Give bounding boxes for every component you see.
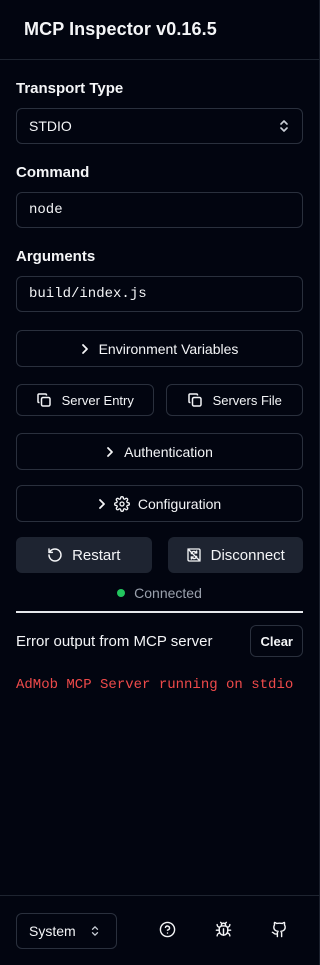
restart-label: Restart <box>72 546 121 564</box>
copy-servers-file-button[interactable]: Servers File <box>165 384 303 416</box>
copy-icon <box>36 392 52 408</box>
transport-type-value: STDIO <box>29 118 72 134</box>
refresh-off-icon <box>186 547 202 563</box>
copy-server-entry-button[interactable]: Server Entry <box>16 384 154 416</box>
bug-icon[interactable] <box>215 921 232 938</box>
chevron-right-icon <box>81 343 89 355</box>
gear-icon <box>113 495 130 512</box>
error-output-line: AdMob MCP Server running on stdio <box>16 677 294 693</box>
copy-buttons-row: Server Entry Servers File <box>16 384 303 416</box>
command-label: Command <box>16 164 90 181</box>
theme-value: System <box>29 922 76 939</box>
app-title: MCP Inspector v0.16.5 <box>24 19 217 39</box>
connection-panel: Transport Type STDIO Command node Argume… <box>0 80 319 693</box>
transport-type-select[interactable]: STDIO <box>16 108 303 144</box>
chevrons-up-down-icon <box>278 119 290 133</box>
authentication-label: Authentication <box>124 443 213 460</box>
command-input[interactable]: node <box>16 192 303 228</box>
status-text: Connected <box>134 585 202 601</box>
error-output-header: Error output from MCP server Clear <box>16 625 303 657</box>
sidebar: MCP Inspector v0.16.5 Transport Type STD… <box>0 0 320 965</box>
header: MCP Inspector v0.16.5 <box>0 0 319 60</box>
connection-status: Connected <box>16 585 303 601</box>
chevron-right-icon <box>98 498 106 510</box>
servers-file-label: Servers File <box>212 392 282 408</box>
footer: System <box>0 895 320 965</box>
environment-variables-button[interactable]: Environment Variables <box>16 330 303 367</box>
environment-variables-label: Environment Variables <box>98 340 239 357</box>
clear-button[interactable]: Clear <box>250 625 303 657</box>
configuration-button[interactable]: Configuration <box>16 485 303 522</box>
chevrons-up-down-icon <box>90 925 100 937</box>
copy-icon <box>187 392 203 408</box>
github-icon[interactable] <box>271 921 288 938</box>
server-entry-label: Server Entry <box>61 392 134 408</box>
configuration-label: Configuration <box>137 495 222 512</box>
error-output-title: Error output from MCP server <box>16 632 213 650</box>
status-dot <box>117 589 126 597</box>
disconnect-button[interactable]: Disconnect <box>167 537 303 573</box>
chevron-right-icon <box>106 446 114 458</box>
theme-select[interactable]: System <box>16 912 117 949</box>
connection-actions-row: Restart Disconnect <box>16 537 303 573</box>
restart-button[interactable]: Restart <box>16 537 152 573</box>
authentication-button[interactable]: Authentication <box>16 433 303 470</box>
transport-type-label: Transport Type <box>16 80 124 97</box>
divider <box>16 611 303 613</box>
help-circle-icon[interactable] <box>159 921 176 938</box>
arguments-input[interactable]: build/index.js <box>16 276 303 312</box>
arguments-label: Arguments <box>16 248 96 265</box>
disconnect-label: Disconnect <box>210 546 285 564</box>
rotate-ccw-icon <box>47 547 63 563</box>
